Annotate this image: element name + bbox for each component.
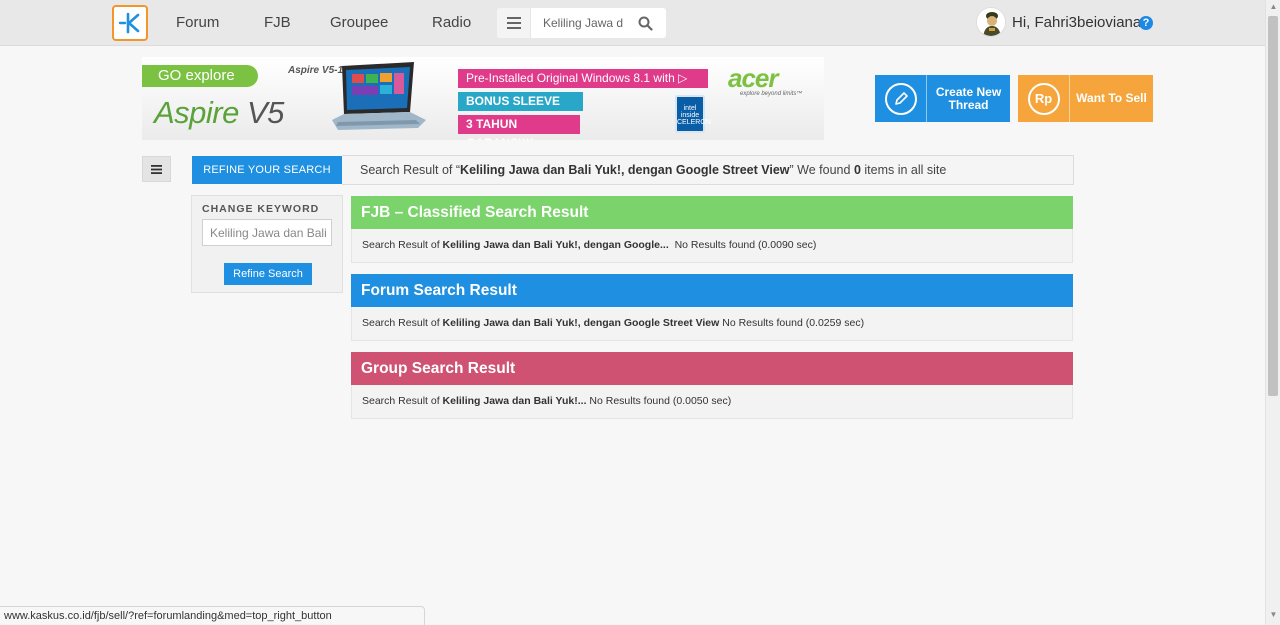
forum-section-title[interactable]: Forum Search Result	[351, 274, 1073, 307]
group-section-result: Search Result of Keliling Jawa dan Bali …	[351, 385, 1073, 419]
banner-promo-windows: Pre-Installed Original Windows 8.1 with …	[458, 69, 708, 104]
search-box	[497, 8, 666, 38]
kaskus-k-icon	[118, 12, 140, 34]
banner-aspire-title: Aspire V5	[154, 95, 284, 130]
browser-status-url: www.kaskus.co.id/fjb/sell/?ref=forumland…	[0, 606, 425, 625]
vertical-scrollbar[interactable]: ▲ ▼	[1265, 0, 1280, 625]
acer-logo: acer	[728, 63, 778, 93]
user-greeting[interactable]: Hi, Fahri3beioviana	[1012, 14, 1141, 31]
help-icon[interactable]: ?	[1139, 16, 1153, 30]
pencil-icon	[884, 82, 917, 115]
acer-tagline: explore beyond limits™	[740, 91, 803, 97]
group-section-title[interactable]: Group Search Result	[351, 352, 1073, 385]
fjb-section-result: Search Result of Keliling Jawa dan Bali …	[351, 229, 1073, 263]
nav-forum[interactable]: Forum	[176, 14, 219, 31]
nav-groupee[interactable]: Groupee	[330, 14, 388, 31]
nav-radio[interactable]: Radio	[432, 14, 471, 31]
intel-badge: intel inside CELERON	[675, 95, 711, 133]
banner-go-explore: GO explore	[142, 65, 258, 87]
change-keyword-label: CHANGE KEYWORD	[202, 203, 320, 215]
advert-banner[interactable]: GO explore Aspire V5 Aspire V5-132 Pre-I…	[142, 57, 824, 140]
top-navbar: Forum FJB Groupee Radio Hi, Fahri3b	[0, 0, 1265, 46]
menu-icon	[506, 17, 521, 29]
scroll-down-arrow-icon[interactable]: ▼	[1266, 610, 1280, 622]
keyword-input[interactable]	[202, 219, 332, 246]
sell-icon-wrap: Rp	[1018, 75, 1070, 122]
fjb-section-title[interactable]: FJB – Classified Search Result	[351, 196, 1073, 229]
search-input[interactable]	[531, 9, 627, 37]
create-icon-wrap	[875, 75, 927, 122]
want-to-sell-label: Want To Sell	[1076, 91, 1147, 105]
banner-promo-warranty: 3 TAHUN GARANSI!!*	[458, 115, 580, 140]
create-thread-label: Create New Thread	[935, 84, 1002, 112]
laptop-image-icon	[332, 62, 426, 130]
search-button[interactable]	[627, 8, 663, 38]
banner-promo-sleeve: BONUS SLEEVE CASE	[458, 92, 583, 127]
search-menu-button[interactable]	[497, 8, 531, 38]
forum-section-result: Search Result of Keliling Jawa dan Bali …	[351, 307, 1073, 341]
sidebar-toggle-button[interactable]	[142, 156, 171, 182]
menu-icon	[151, 164, 162, 174]
scroll-up-arrow-icon[interactable]: ▲	[1266, 2, 1280, 14]
scroll-thumb[interactable]	[1268, 16, 1278, 396]
user-avatar-icon	[977, 8, 1005, 36]
refine-panel: CHANGE KEYWORD Refine Search	[191, 195, 343, 293]
rupiah-icon: Rp	[1027, 82, 1060, 115]
nav-fjb[interactable]: FJB	[264, 14, 291, 31]
search-icon	[638, 16, 653, 31]
want-to-sell-button[interactable]: Rp Want To Sell	[1018, 75, 1153, 122]
avatar[interactable]	[976, 7, 1006, 37]
search-result-summary: Search Result of “Keliling Jawa dan Bali…	[342, 155, 1074, 185]
tab-refine-your-search[interactable]: REFINE YOUR SEARCH	[192, 156, 342, 184]
kaskus-logo[interactable]	[112, 5, 148, 41]
create-new-thread-button[interactable]: Create New Thread	[875, 75, 1010, 122]
refine-search-button[interactable]: Refine Search	[224, 263, 312, 285]
